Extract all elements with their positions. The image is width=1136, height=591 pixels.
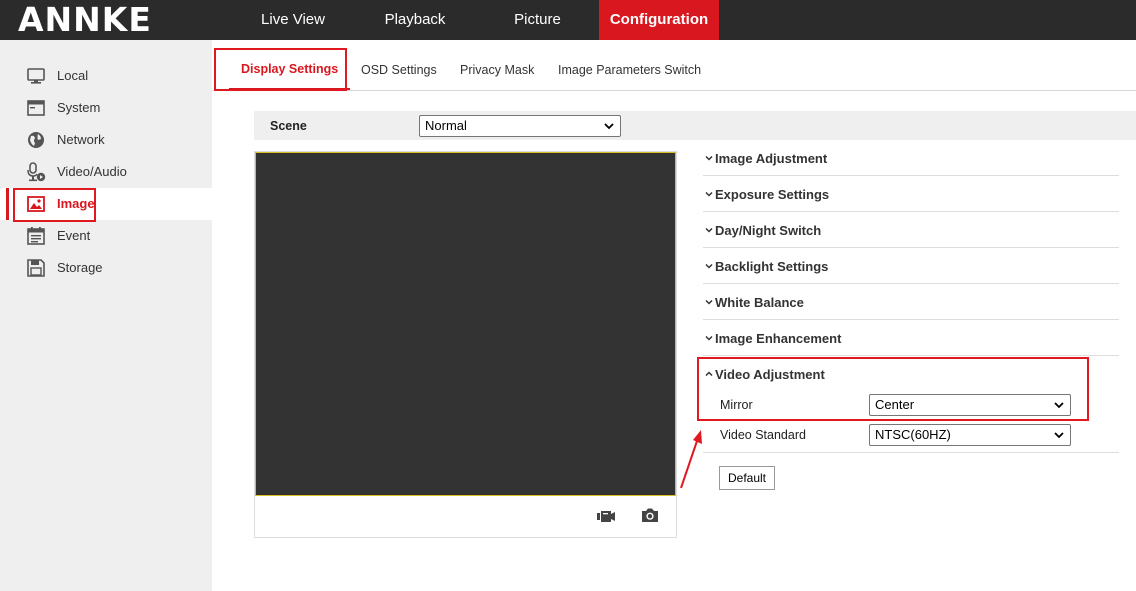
mirror-select-value: Center (875, 397, 915, 412)
globe-icon (28, 132, 44, 148)
section-label: Image Enhancement (715, 331, 842, 346)
section-exposure-settings[interactable]: Exposure Settings (703, 176, 1119, 212)
sidebar-item-network[interactable]: Network (0, 124, 212, 156)
divider (703, 452, 1119, 453)
nav-live-view[interactable]: Live View (232, 0, 354, 40)
tab-display-settings[interactable]: Display Settings (228, 48, 351, 90)
chevron-down-icon (705, 263, 713, 269)
sidebar: Local System Network Video/Audio Image E… (0, 40, 212, 591)
tab-osd-settings[interactable]: OSD Settings (361, 48, 437, 90)
sidebar-item-label: Network (57, 132, 105, 147)
sidebar-item-label: Storage (57, 260, 103, 275)
video-preview[interactable] (255, 152, 676, 496)
monitor-icon (27, 68, 45, 84)
brand-logo: ANNKE (18, 0, 152, 39)
section-label: Video Adjustment (715, 367, 825, 382)
nav-configuration[interactable]: Configuration (599, 0, 719, 40)
scene-row: Scene Normal (254, 111, 1136, 140)
nav-playback[interactable]: Playback (354, 0, 476, 40)
image-icon (27, 196, 45, 212)
mirror-label: Mirror (720, 398, 753, 412)
scene-select-value: Normal (425, 118, 467, 133)
floppy-disk-icon (27, 259, 45, 277)
section-video-adjustment[interactable]: Video Adjustment (703, 356, 1119, 392)
video-standard-select-value: NTSC(60HZ) (875, 427, 951, 442)
scene-select[interactable]: Normal (419, 115, 621, 137)
video-standard-select[interactable]: NTSC(60HZ) (869, 424, 1071, 446)
sidebar-item-event[interactable]: Event (0, 220, 212, 252)
section-image-adjustment[interactable]: Image Adjustment (703, 140, 1119, 176)
sidebar-item-system[interactable]: System (0, 92, 212, 124)
chevron-down-icon (705, 155, 713, 161)
tab-bar: Display Settings OSD Settings Privacy Ma… (213, 48, 1136, 91)
chevron-down-icon (705, 191, 713, 197)
section-label: Day/Night Switch (715, 223, 822, 238)
scene-label: Scene (270, 119, 307, 133)
tab-privacy-mask[interactable]: Privacy Mask (460, 48, 534, 90)
calendar-icon (27, 227, 45, 245)
video-record-icon[interactable] (596, 508, 616, 524)
chevron-down-icon (1054, 432, 1064, 439)
chevron-down-icon (705, 299, 713, 305)
sidebar-item-label: Image (57, 196, 95, 211)
camera-capture-icon[interactable] (640, 507, 660, 523)
section-label: Image Adjustment (715, 151, 828, 166)
sidebar-item-label: Video/Audio (57, 164, 127, 179)
sidebar-item-label: System (57, 100, 101, 115)
top-navigation: Live View Playback Picture Configuration (232, 0, 719, 40)
section-white-balance[interactable]: White Balance (703, 284, 1119, 320)
chevron-down-icon (1054, 402, 1064, 409)
chevron-down-icon (604, 123, 614, 130)
section-day-night-switch[interactable]: Day/Night Switch (703, 212, 1119, 248)
section-image-enhancement[interactable]: Image Enhancement (703, 320, 1119, 356)
nav-picture[interactable]: Picture (476, 0, 599, 40)
microphone-icon (27, 162, 46, 182)
sidebar-item-label: Event (57, 228, 91, 243)
video-standard-label: Video Standard (720, 428, 806, 442)
default-button[interactable]: Default (719, 466, 775, 490)
section-label: Exposure Settings (715, 187, 830, 202)
sidebar-item-image[interactable]: Image (0, 188, 212, 220)
tab-image-parameters-switch[interactable]: Image Parameters Switch (558, 48, 701, 90)
chevron-up-icon (705, 371, 713, 377)
active-indicator (6, 188, 9, 220)
section-backlight-settings[interactable]: Backlight Settings (703, 248, 1119, 284)
section-label: Backlight Settings (715, 259, 829, 274)
sidebar-item-local[interactable]: Local (0, 60, 212, 92)
sidebar-item-video-audio[interactable]: Video/Audio (0, 156, 212, 188)
top-bar: ANNKE Live View Playback Picture Configu… (0, 0, 1136, 40)
system-window-icon (27, 100, 45, 116)
annotation-arrow (680, 430, 702, 489)
mirror-select[interactable]: Center (869, 394, 1071, 416)
preview-panel (254, 151, 677, 538)
chevron-down-icon (705, 335, 713, 341)
section-label: White Balance (715, 295, 804, 310)
sidebar-item-label: Local (57, 68, 89, 83)
chevron-down-icon (705, 227, 713, 233)
sidebar-item-storage[interactable]: Storage (0, 252, 212, 284)
